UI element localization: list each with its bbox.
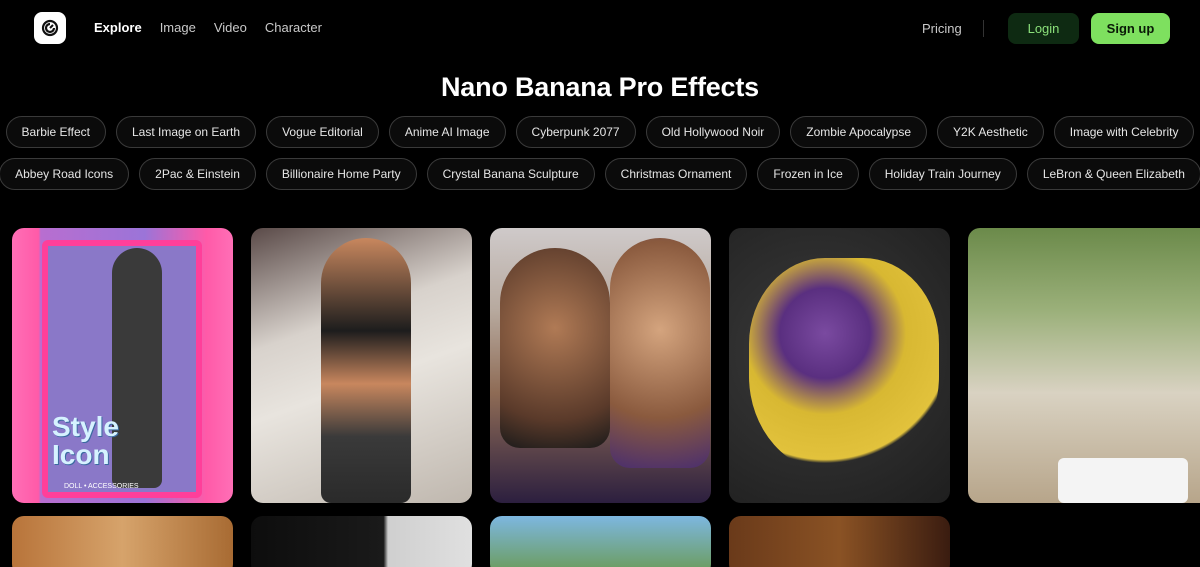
signup-button[interactable]: Sign up xyxy=(1091,13,1170,44)
nav-pricing[interactable]: Pricing xyxy=(922,21,962,36)
selfie-person-left-image xyxy=(500,248,610,448)
gallery-card-tea-party[interactable] xyxy=(968,228,1200,503)
selfie-person-right-image xyxy=(610,238,710,468)
nav-character[interactable]: Character xyxy=(265,20,322,36)
effect-chip[interactable]: Billionaire Home Party xyxy=(265,158,417,190)
gallery-card[interactable] xyxy=(490,516,711,567)
effect-chip[interactable]: 2Pac & Einstein xyxy=(139,158,256,190)
gallery-card-cyberpunk[interactable] xyxy=(251,228,472,503)
effect-chip[interactable]: Old Hollywood Noir xyxy=(645,116,781,148)
effect-chip[interactable]: Anime AI Image xyxy=(388,116,506,148)
effect-chip[interactable]: Holiday Train Journey xyxy=(868,158,1017,190)
effect-chip[interactable]: Cyberpunk 2077 xyxy=(515,116,636,148)
gallery-card-celebrity-selfie[interactable] xyxy=(490,228,711,503)
effect-chip[interactable]: Zombie Apocalypse xyxy=(790,116,928,148)
effect-chip[interactable]: Y2K Aesthetic xyxy=(937,116,1044,148)
gallery-card[interactable] xyxy=(12,516,233,567)
effect-chip[interactable]: Last Image on Earth xyxy=(116,116,257,148)
nav-explore[interactable]: Explore xyxy=(94,20,142,36)
tea-table-image xyxy=(1058,458,1188,503)
top-header: Explore Image Video Character Pricing Lo… xyxy=(0,0,1200,56)
effect-chips-row-1: Barbie Effect Last Image on Earth Vogue … xyxy=(0,116,1200,148)
effect-chip[interactable]: Barbie Effect xyxy=(5,116,106,148)
effect-chip[interactable]: LeBron & Queen Elizabeth xyxy=(1026,158,1200,190)
effect-chip[interactable]: Frozen in Ice xyxy=(757,158,859,190)
effect-chip[interactable]: Image with Celebrity xyxy=(1053,116,1195,148)
gallery-card[interactable] xyxy=(251,516,472,567)
effect-chip[interactable]: Vogue Editorial xyxy=(266,116,379,148)
effect-chip[interactable]: Christmas Ornament xyxy=(604,158,748,190)
effect-chip[interactable]: Abbey Road Icons xyxy=(0,158,130,190)
gallery-card-barbie[interactable]: Style Icon DOLL • ACCESSORIES xyxy=(12,228,233,503)
effect-chips-row-2: Abbey Road Icons 2Pac & Einstein Billion… xyxy=(0,158,1200,190)
nav-video[interactable]: Video xyxy=(214,20,247,36)
main-nav: Explore Image Video Character xyxy=(94,20,340,36)
doll-box-subtitle: DOLL • ACCESSORIES xyxy=(64,483,139,490)
header-divider xyxy=(983,20,984,37)
nav-image[interactable]: Image xyxy=(160,20,196,36)
app-logo-icon[interactable] xyxy=(34,12,66,44)
gallery-card-crystal-banana[interactable] xyxy=(729,228,950,503)
mirror-selfie-image xyxy=(321,238,411,503)
effect-chip[interactable]: Crystal Banana Sculpture xyxy=(426,158,595,190)
crystal-banana-image xyxy=(749,258,939,473)
page-title: Nano Banana Pro Effects xyxy=(441,72,759,102)
login-button[interactable]: Login xyxy=(1008,13,1079,44)
doll-box-title: Style Icon xyxy=(52,411,119,470)
gallery-card[interactable] xyxy=(729,516,950,567)
